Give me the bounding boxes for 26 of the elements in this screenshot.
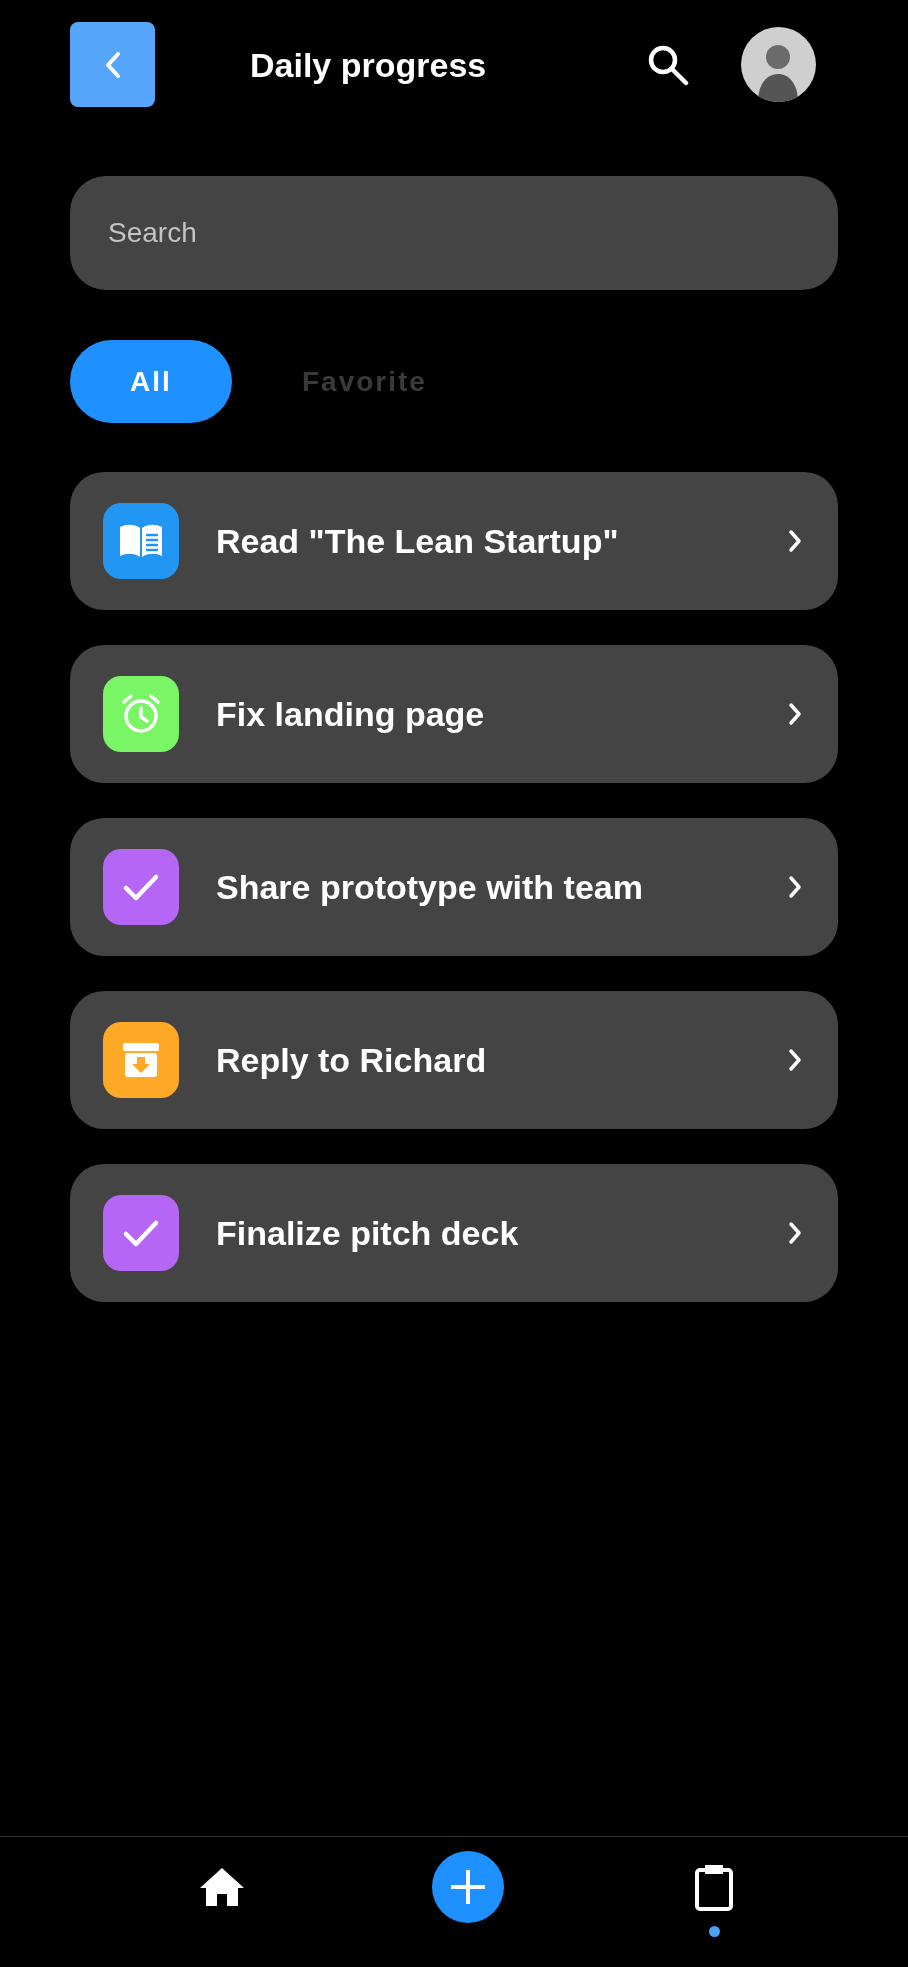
alarm-clock-icon (119, 692, 163, 736)
book-icon (118, 523, 164, 559)
home-icon (199, 1867, 245, 1907)
chevron-right-icon (788, 1221, 802, 1245)
check-icon (122, 872, 160, 902)
archive-box-icon (121, 1041, 161, 1079)
chevron-right-icon (788, 1048, 802, 1072)
task-card[interactable]: Fix landing page (70, 645, 838, 783)
search-icon (647, 43, 689, 86)
page-title: Daily progress (250, 45, 487, 84)
chevron-right-icon (788, 875, 802, 899)
task-title: Fix landing page (216, 694, 486, 734)
check-icon (122, 1218, 160, 1248)
search-field[interactable]: Search (70, 176, 838, 290)
task-title: Share prototype with team (216, 867, 644, 907)
task-card[interactable]: Read "The Lean Startup" (70, 472, 838, 610)
task-title: Finalize pitch deck (216, 1213, 520, 1253)
task-card[interactable]: Reply to Richard (70, 991, 838, 1129)
clipboard-icon (694, 1863, 734, 1911)
task-title: Reply to Richard (216, 1040, 488, 1080)
task-card[interactable]: Share prototype with team (70, 818, 838, 956)
back-chevron-icon (104, 50, 121, 79)
chevron-right-icon (788, 702, 802, 726)
task-title: Read "The Lean Startup" (216, 521, 620, 561)
task-card[interactable]: Finalize pitch deck (70, 1164, 838, 1302)
chevron-right-icon (788, 529, 802, 553)
